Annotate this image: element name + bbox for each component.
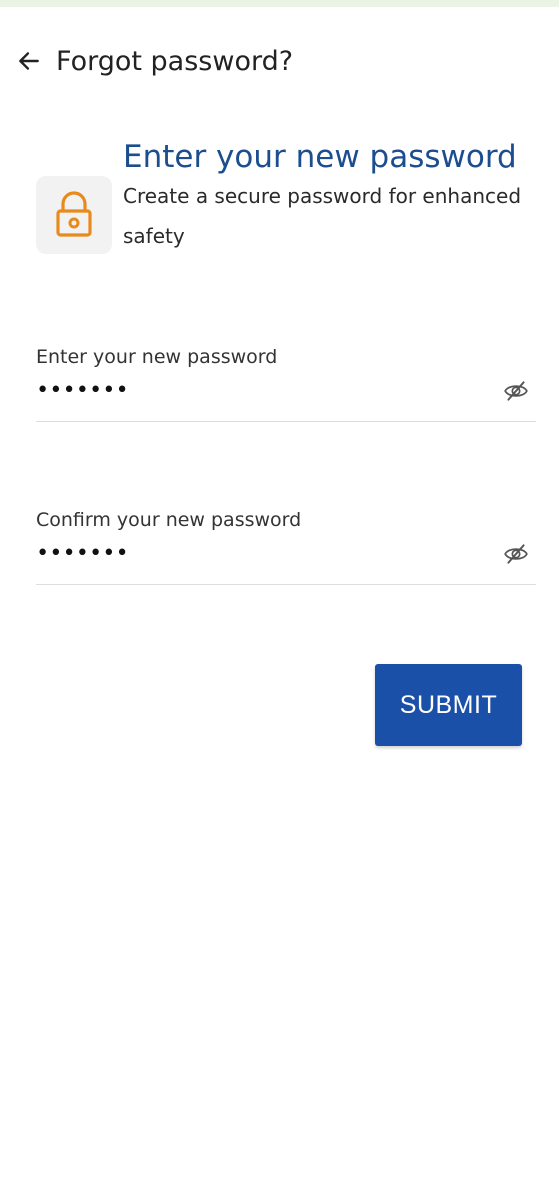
hero-title: Enter your new password: [123, 139, 517, 175]
status-strip: [0, 0, 559, 7]
hero-text: Enter your new password Create a secure …: [123, 140, 523, 256]
back-button[interactable]: [14, 46, 44, 76]
confirm-password-input[interactable]: [36, 532, 436, 576]
new-password-input[interactable]: [36, 369, 436, 413]
new-password-label: Enter your new password: [36, 346, 278, 368]
lock-icon-tile: [36, 176, 112, 254]
lock-icon: [56, 191, 92, 237]
hero-subtitle: Create a secure password for enhanced sa…: [123, 184, 522, 248]
eye-off-icon: [504, 544, 528, 564]
arrow-left-icon: [19, 52, 39, 70]
new-password-field: Enter your new password: [36, 345, 536, 422]
page-title: Forgot password?: [56, 45, 294, 77]
eye-off-icon: [504, 381, 528, 401]
new-password-visibility-toggle[interactable]: [502, 377, 530, 405]
confirm-password-visibility-toggle[interactable]: [502, 540, 530, 568]
submit-button[interactable]: SUBMIT: [375, 664, 522, 746]
confirm-password-row: [36, 532, 536, 576]
new-password-row: [36, 369, 536, 413]
confirm-password-field: Confirm your new password: [36, 508, 536, 585]
app-header: Forgot password?: [14, 40, 293, 82]
confirm-password-label: Confirm your new password: [36, 509, 302, 531]
